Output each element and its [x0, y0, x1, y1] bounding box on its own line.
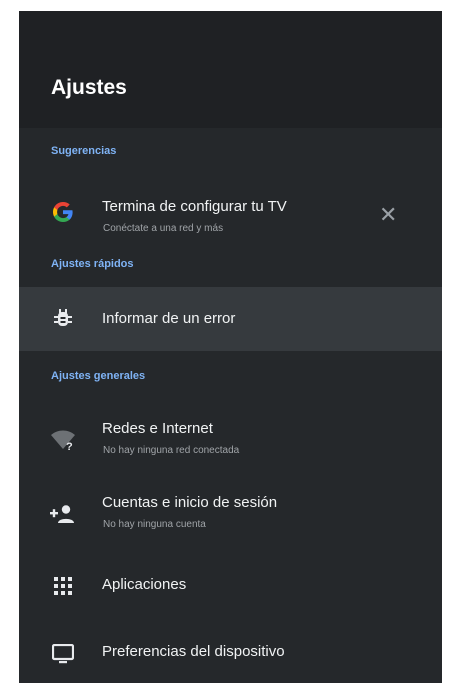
general-item-accounts[interactable]: Cuentas e inicio de sesión No hay ningun… — [19, 482, 442, 546]
general-item-label: Redes e Internet — [102, 420, 213, 437]
suggestion-subtitle: Conéctate a una red y más — [103, 223, 224, 234]
settings-list: Sugerencias Termina de configurar tu TV … — [19, 128, 442, 683]
bug-icon — [49, 305, 77, 333]
add-account-icon — [49, 500, 77, 528]
close-icon[interactable]: ✕ — [379, 204, 397, 226]
general-item-network[interactable]: ? Redes e Internet No hay ninguna red co… — [19, 408, 442, 472]
google-icon — [49, 198, 77, 226]
general-item-label: Cuentas e inicio de sesión — [102, 494, 278, 511]
wifi-question-icon: ? — [49, 426, 77, 454]
svg-text:?: ? — [66, 441, 73, 451]
monitor-icon — [49, 640, 77, 668]
general-item-label: Aplicaciones — [102, 576, 187, 593]
quick-item-report-bug[interactable]: Informar de un error — [19, 287, 442, 351]
suggestion-setup-tv[interactable]: Termina de configurar tu TV Conéctate a … — [19, 184, 442, 244]
page-title: Ajustes — [51, 76, 127, 99]
section-suggestions: Sugerencias — [51, 145, 117, 157]
apps-grid-icon — [49, 572, 77, 600]
section-general: Ajustes generales — [51, 370, 146, 382]
section-quick: Ajustes rápidos — [51, 258, 134, 270]
quick-item-label: Informar de un error — [102, 310, 236, 327]
general-item-subtitle: No hay ninguna red conectada — [103, 445, 240, 456]
general-item-label: Preferencias del dispositivo — [102, 643, 285, 660]
general-item-subtitle: No hay ninguna cuenta — [103, 519, 206, 530]
general-item-device-preferences[interactable]: Preferencias del dispositivo — [19, 626, 442, 683]
settings-header: Ajustes — [19, 11, 442, 128]
settings-panel: Ajustes Sugerencias Termina de configura… — [19, 11, 442, 683]
general-item-apps[interactable]: Aplicaciones — [19, 556, 442, 616]
suggestion-title: Termina de configurar tu TV — [102, 198, 287, 215]
